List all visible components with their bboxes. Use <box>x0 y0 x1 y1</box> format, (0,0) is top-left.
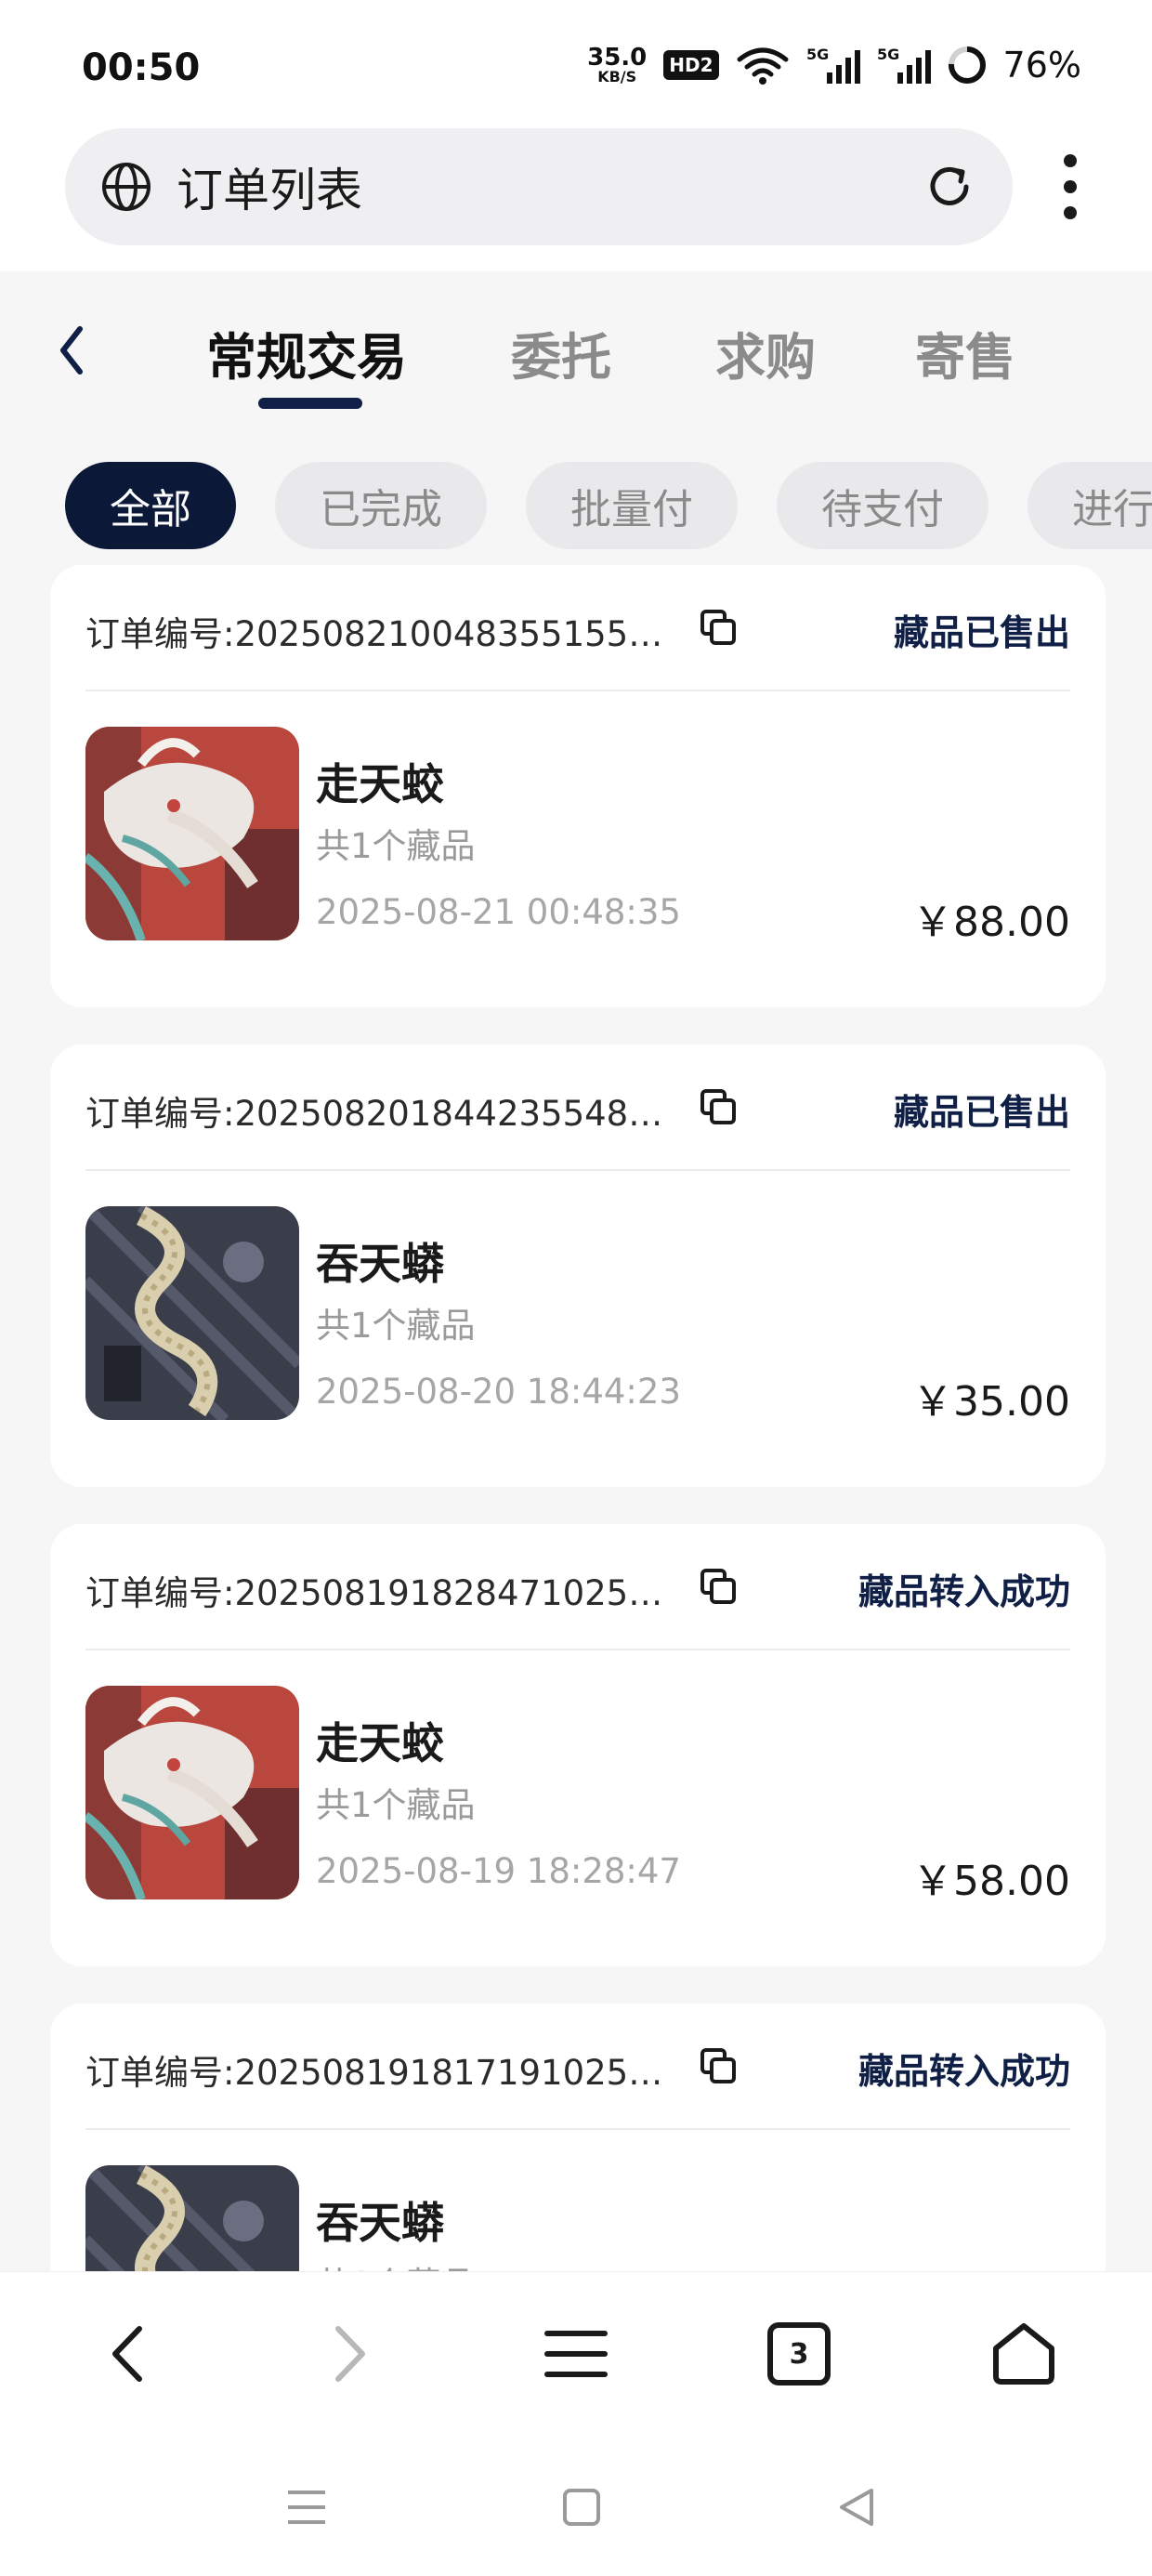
order-number: 订单编号:2025081918284710253​54... <box>85 1573 680 1613</box>
order-card-header: 订单编号:2025081918171910257575... 藏品转入成功 <box>85 2004 1070 2130</box>
system-navigation-bar <box>0 2438 1152 2576</box>
copy-icon[interactable] <box>699 1087 740 1128</box>
forward-arrow-icon[interactable] <box>303 2307 396 2400</box>
battery-percentage: 76% <box>1002 45 1081 85</box>
more-options-icon[interactable] <box>1050 149 1091 225</box>
item-name: 吞天蟒 <box>316 1239 444 1289</box>
item-count: 共1个藏品 <box>316 2256 476 2271</box>
copy-icon[interactable] <box>699 608 740 649</box>
filter-pending-payment[interactable]: 待支付 <box>777 462 988 549</box>
active-tab-indicator <box>258 398 362 409</box>
filter-all[interactable]: 全部 <box>65 462 236 549</box>
order-status: 藏品已售出 <box>893 1092 1070 1133</box>
status-filter-chips: 全部 已完成 批量付 待支付 进行 <box>65 462 1152 549</box>
order-time: 2025-08-20 18:44:23 <box>316 1372 681 1412</box>
order-number: 订单编号:20250820184423554810​1... <box>85 1094 680 1134</box>
home-icon[interactable] <box>977 2307 1070 2400</box>
tab-regular-trade[interactable]: 常规交易 <box>206 316 407 389</box>
home-square-icon[interactable] <box>554 2479 609 2535</box>
order-price: ￥88.00 <box>912 899 1070 946</box>
back-arrow-icon[interactable] <box>82 2307 175 2400</box>
hamburger-menu-icon[interactable] <box>530 2307 622 2400</box>
item-count: 共1个藏品 <box>316 1306 476 1346</box>
tab-count: 3 <box>767 2322 831 2385</box>
wifi-icon <box>737 47 789 85</box>
order-price: ￥58.00 <box>912 1858 1070 1905</box>
recent-apps-icon[interactable] <box>279 2479 334 2535</box>
copy-icon[interactable] <box>699 1567 740 1608</box>
item-thumbnail <box>85 1686 299 1899</box>
signal-1-label: 5G <box>806 46 829 63</box>
order-card[interactable]: 订单编号:2025081918284710253​54... 藏品转入成功 走天… <box>50 1524 1106 1966</box>
status-indicators: 35.0 KB/S HD2 5G 5G 76% <box>587 45 1081 85</box>
order-number: 订单编号:2025081918171910257575... <box>85 2053 680 2093</box>
copy-icon[interactable] <box>699 2046 740 2087</box>
address-bar[interactable]: 订单列表 <box>65 128 1013 245</box>
network-speed-value: 35.0 <box>587 44 648 72</box>
tab-consignment[interactable]: 寄售 <box>915 316 1015 389</box>
item-name: 走天蛟 <box>316 1718 444 1768</box>
order-price: ￥35.00 <box>912 1378 1070 1426</box>
order-time: 2025-08-21 00:48:35 <box>316 892 681 932</box>
order-number: 订单编号:2025082100483551555O... <box>85 614 680 654</box>
tab-purchase-request[interactable]: 求购 <box>715 316 816 389</box>
order-status: 藏品转入成功 <box>857 1571 1070 1612</box>
order-time: 2025-08-19 18:28:47 <box>316 1851 681 1891</box>
order-card-header: 订单编号:2025081918284710253​54... 藏品转入成功 <box>85 1524 1070 1650</box>
filter-batch-pay[interactable]: 批量付 <box>526 462 738 549</box>
order-status: 藏品已售出 <box>893 612 1070 653</box>
item-name: 走天蛟 <box>316 759 444 809</box>
battery-ring-icon <box>948 46 986 84</box>
filter-in-progress[interactable]: 进行 <box>1028 462 1152 549</box>
signal-2-label: 5G <box>877 46 899 63</box>
trade-type-tabs: 常规交易 委托 求购 寄售 <box>0 271 1152 429</box>
network-speed: 35.0 KB/S <box>587 46 647 85</box>
order-card-header: 订单编号:20250820184423554810​1... 藏品已售出 <box>85 1045 1070 1171</box>
status-time: 00:50 <box>82 46 201 89</box>
item-count: 共1个藏品 <box>316 826 476 866</box>
order-card-header: 订单编号:2025082100483551555O... 藏品已售出 <box>85 565 1070 691</box>
item-count: 共1个藏品 <box>316 1785 476 1825</box>
status-bar: 00:50 35.0 KB/S HD2 5G 5G 76% <box>0 0 1152 126</box>
order-list-page: 常规交易 委托 求购 寄售 全部 已完成 批量付 待支付 进行 订单编号:202… <box>0 271 1152 2271</box>
back-chevron-icon[interactable] <box>50 318 91 383</box>
order-card[interactable]: 订单编号:2025081918171910257575... 藏品转入成功 吞天… <box>50 2004 1106 2271</box>
browser-toolbar: 3 <box>0 2271 1152 2438</box>
filter-completed[interactable]: 已完成 <box>275 462 487 549</box>
order-card[interactable]: 订单编号:2025082100483551555O... 藏品已售出 走天蛟 共… <box>50 565 1106 1007</box>
reload-icon[interactable] <box>923 161 975 213</box>
hd-voice-badge: HD2 <box>663 50 719 80</box>
back-triangle-icon[interactable] <box>829 2479 884 2535</box>
item-thumbnail <box>85 727 299 940</box>
cellular-signal-1-icon: 5G <box>806 46 860 84</box>
cellular-signal-2-icon: 5G <box>877 46 931 84</box>
item-thumbnail <box>85 2165 299 2271</box>
tabs-button[interactable]: 3 <box>753 2307 845 2400</box>
item-thumbnail <box>85 1206 299 1420</box>
order-status: 藏品转入成功 <box>857 2051 1070 2092</box>
tab-commission[interactable]: 委托 <box>511 316 611 389</box>
order-card[interactable]: 订单编号:20250820184423554810​1... 藏品已售出 吞天蟒… <box>50 1045 1106 1487</box>
page-title: 订单列表 <box>177 164 362 217</box>
network-speed-unit: KB/S <box>597 68 637 85</box>
globe-icon <box>102 163 151 211</box>
item-name: 吞天蟒 <box>316 2198 444 2248</box>
